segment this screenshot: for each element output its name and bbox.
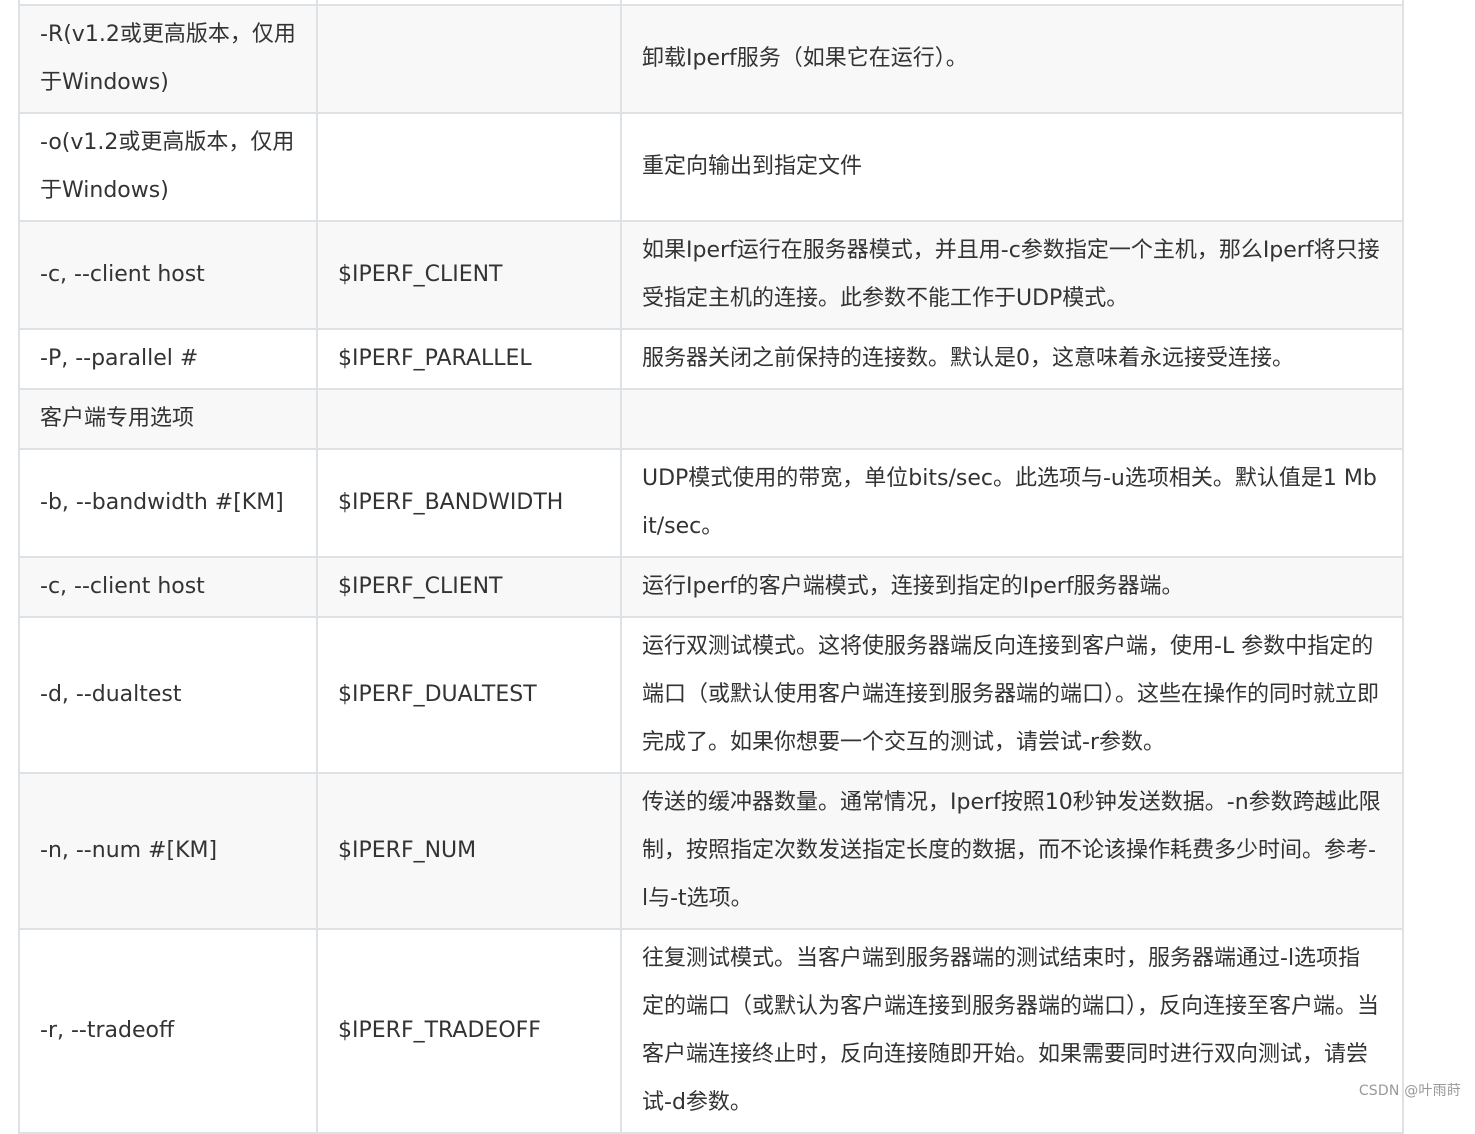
description-text: 卸载Iperf服务（如果它在运行）。 xyxy=(642,46,968,71)
env-cell xyxy=(316,4,622,114)
description-cell xyxy=(620,388,1404,450)
env-cell: $IPERF_TRADEOFF xyxy=(316,928,622,1134)
option-cell: -o(v1.2或更高版本，仅用于Windows) xyxy=(18,112,318,222)
table-row: -n, --num #[KM] $IPERF_NUM 传送的缓冲器数量。通常情况… xyxy=(18,772,1404,930)
options-table-container: -R(v1.2或更高版本，仅用于Windows) 卸载Iperf服务（如果它在运… xyxy=(18,0,1404,1134)
option-cell: -r, --tradeoff xyxy=(18,928,318,1134)
env-cell: $IPERF_BANDWIDTH xyxy=(316,448,622,558)
env-cell: $IPERF_CLIENT xyxy=(316,220,622,330)
description-text: 往复测试模式。当客户端到服务器端的测试结束时，服务器端通过-l选项指定的端口（或… xyxy=(642,946,1380,1115)
env-text: $IPERF_BANDWIDTH xyxy=(338,490,564,515)
description-text: UDP模式使用的带宽，单位bits/sec。此选项与-u选项相关。默认值是1 M… xyxy=(642,466,1377,539)
option-text: -R(v1.2或更高版本，仅用于Windows) xyxy=(40,22,296,95)
env-cell xyxy=(316,112,622,222)
option-cell: -c, --client host xyxy=(18,220,318,330)
option-text: -n, --num #[KM] xyxy=(40,838,218,863)
env-text: $IPERF_DUALTEST xyxy=(338,682,537,707)
env-cell xyxy=(316,388,622,450)
table-row: -r, --tradeoff $IPERF_TRADEOFF 往复测试模式。当客… xyxy=(18,928,1404,1134)
description-text: 运行双测试模式。这将使服务器端反向连接到客户端，使用-L 参数中指定的端口（或默… xyxy=(642,634,1380,755)
option-text: -o(v1.2或更高版本，仅用于Windows) xyxy=(40,130,295,203)
option-text: -r, --tradeoff xyxy=(40,1018,175,1043)
option-cell: -c, --client host xyxy=(18,556,318,618)
option-cell: -P, --parallel # xyxy=(18,328,318,390)
description-cell: 卸载Iperf服务（如果它在运行）。 xyxy=(620,4,1404,114)
option-text: -P, --parallel # xyxy=(40,346,199,371)
table-row: -c, --client host $IPERF_CLIENT 运行Iperf的… xyxy=(18,556,1404,618)
env-text: $IPERF_TRADEOFF xyxy=(338,1018,541,1043)
description-cell: 服务器关闭之前保持的连接数。默认是0，这意味着永远接受连接。 xyxy=(620,328,1404,390)
description-text: 运行Iperf的客户端模式，连接到指定的Iperf服务器端。 xyxy=(642,574,1184,599)
section-header-cell: 客户端专用选项 xyxy=(18,388,318,450)
table-row: -b, --bandwidth #[KM] $IPERF_BANDWIDTH U… xyxy=(18,448,1404,558)
description-cell: 运行Iperf的客户端模式，连接到指定的Iperf服务器端。 xyxy=(620,556,1404,618)
env-cell: $IPERF_PARALLEL xyxy=(316,328,622,390)
option-cell: -R(v1.2或更高版本，仅用于Windows) xyxy=(18,4,318,114)
description-text: 重定向输出到指定文件 xyxy=(642,154,863,179)
iperf-options-table: -R(v1.2或更高版本，仅用于Windows) 卸载Iperf服务（如果它在运… xyxy=(18,0,1404,1134)
env-cell: $IPERF_NUM xyxy=(316,772,622,930)
description-cell: 传送的缓冲器数量。通常情况，Iperf按照10秒钟发送数据。-n参数跨越此限制，… xyxy=(620,772,1404,930)
env-cell: $IPERF_CLIENT xyxy=(316,556,622,618)
env-text: $IPERF_CLIENT xyxy=(338,574,503,599)
csdn-watermark: CSDN @叶雨莳 xyxy=(1358,1083,1461,1099)
description-text: 如果Iperf运行在服务器模式，并且用-c参数指定一个主机，那么Iperf将只接… xyxy=(642,238,1380,311)
description-cell: 往复测试模式。当客户端到服务器端的测试结束时，服务器端通过-l选项指定的端口（或… xyxy=(620,928,1404,1134)
table-row: -d, --dualtest $IPERF_DUALTEST 运行双测试模式。这… xyxy=(18,616,1404,774)
env-cell: $IPERF_DUALTEST xyxy=(316,616,622,774)
env-text: $IPERF_NUM xyxy=(338,838,477,863)
description-cell: UDP模式使用的带宽，单位bits/sec。此选项与-u选项相关。默认值是1 M… xyxy=(620,448,1404,558)
description-text: 传送的缓冲器数量。通常情况，Iperf按照10秒钟发送数据。-n参数跨越此限制，… xyxy=(642,790,1381,911)
description-cell: 运行双测试模式。这将使服务器端反向连接到客户端，使用-L 参数中指定的端口（或默… xyxy=(620,616,1404,774)
option-text: -c, --client host xyxy=(40,574,205,599)
section-header-row: 客户端专用选项 xyxy=(18,388,1404,450)
description-cell: 重定向输出到指定文件 xyxy=(620,112,1404,222)
description-cell: 如果Iperf运行在服务器模式，并且用-c参数指定一个主机，那么Iperf将只接… xyxy=(620,220,1404,330)
option-text: -c, --client host xyxy=(40,262,205,287)
description-text: 服务器关闭之前保持的连接数。默认是0，这意味着永远接受连接。 xyxy=(642,346,1294,371)
env-text: $IPERF_PARALLEL xyxy=(338,346,532,371)
table-row: -R(v1.2或更高版本，仅用于Windows) 卸载Iperf服务（如果它在运… xyxy=(18,4,1404,114)
table-row: -P, --parallel # $IPERF_PARALLEL 服务器关闭之前… xyxy=(18,328,1404,390)
env-text: $IPERF_CLIENT xyxy=(338,262,503,287)
option-cell: -b, --bandwidth #[KM] xyxy=(18,448,318,558)
option-cell: -n, --num #[KM] xyxy=(18,772,318,930)
option-text: -b, --bandwidth #[KM] xyxy=(40,490,284,515)
option-cell: -d, --dualtest xyxy=(18,616,318,774)
option-text: -d, --dualtest xyxy=(40,682,182,707)
table-row: -c, --client host $IPERF_CLIENT 如果Iperf运… xyxy=(18,220,1404,330)
table-row: -o(v1.2或更高版本，仅用于Windows) 重定向输出到指定文件 xyxy=(18,112,1404,222)
section-header-text: 客户端专用选项 xyxy=(40,406,195,431)
